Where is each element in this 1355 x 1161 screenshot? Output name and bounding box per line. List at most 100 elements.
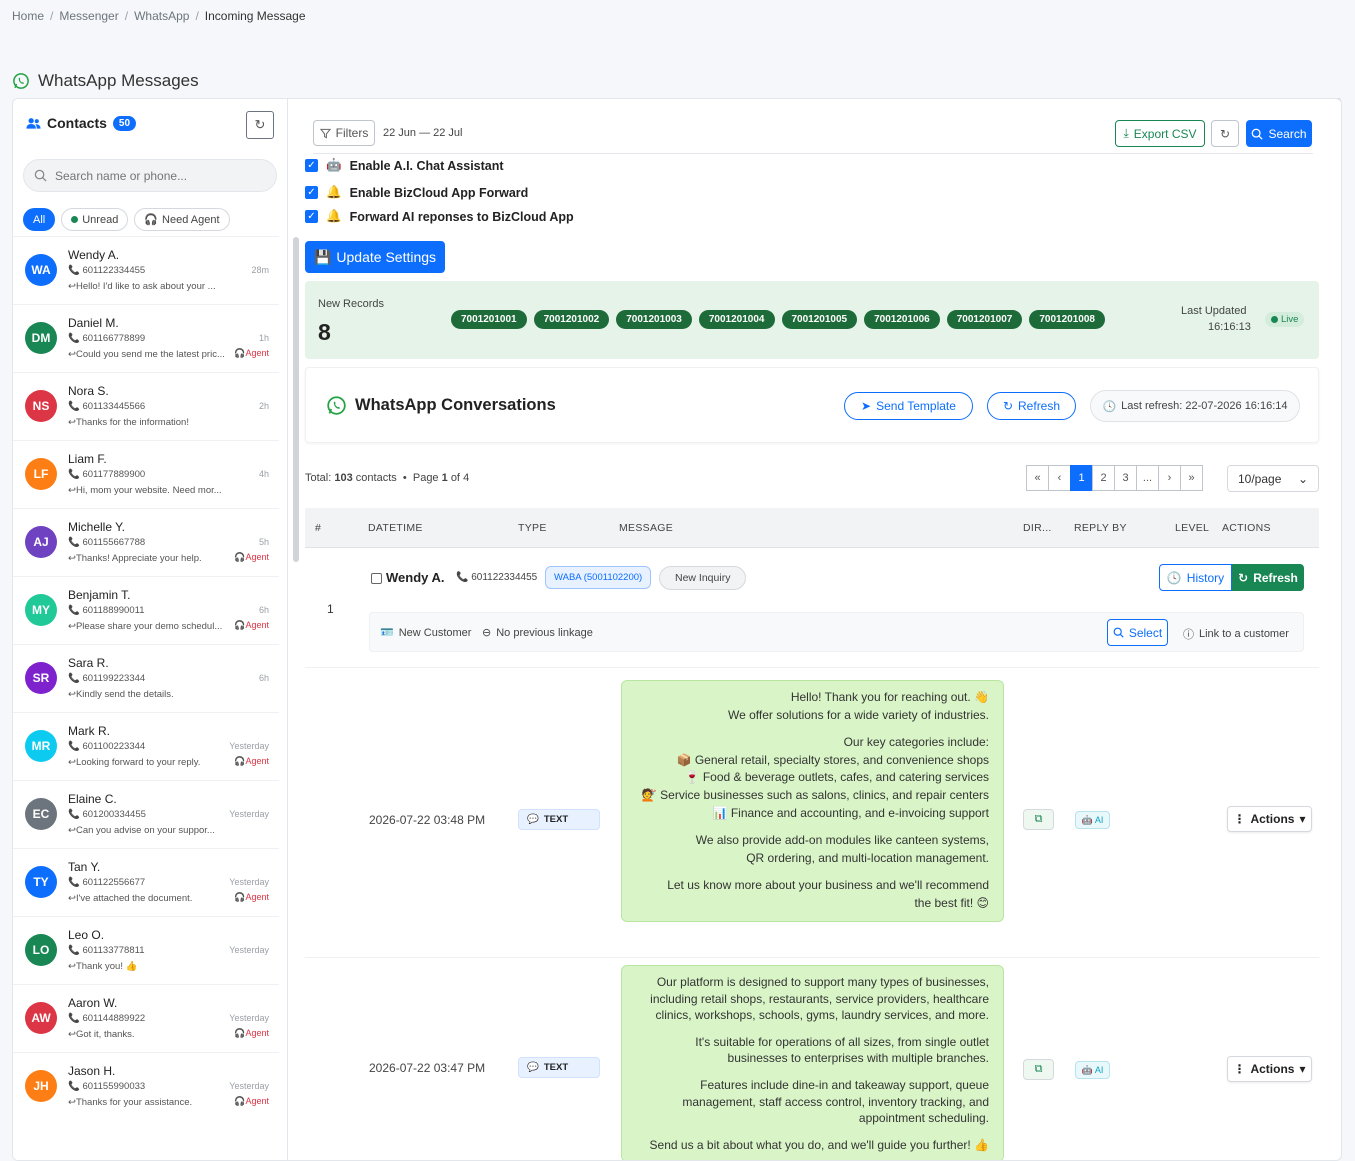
contact-last-message: ↩Thanks for the information!: [68, 417, 189, 428]
contact-phone: 📞 601122334455: [68, 265, 145, 276]
page-button[interactable]: »: [1180, 465, 1203, 491]
avatar: JH: [25, 1070, 57, 1102]
avatar: DM: [25, 322, 57, 354]
per-page-select[interactable]: 10/page ⌄: [1227, 465, 1319, 492]
contact-last-message: ↩Got it, thanks.: [68, 1029, 135, 1040]
header-level[interactable]: LEVEL: [1175, 522, 1209, 534]
message-line: Hello! Thank you for reaching out. 👋: [790, 690, 989, 704]
record-chip[interactable]: 7001201006: [864, 310, 940, 329]
breadcrumb-separator: /: [195, 9, 199, 23]
contact-item[interactable]: NS Nora S. 📞 601133445566 ↩Thanks for the i…: [13, 372, 279, 440]
message-line: Features include dine-in and takeaway su…: [700, 1077, 989, 1092]
contact-item[interactable]: JH Jason H. 📞 601155990033 ↩Thanks for your…: [13, 1052, 279, 1120]
actions-dropdown-button[interactable]: ⋮ Actions ▾: [1227, 806, 1312, 832]
select-customer-button[interactable]: Select: [1107, 619, 1168, 646]
breadcrumb-separator: /: [50, 9, 54, 23]
contact-phone-number: 601122334455: [82, 265, 146, 276]
contact-phone: 📞 601100223344: [68, 741, 145, 752]
reload-button[interactable]: ↻: [1211, 120, 1239, 147]
caret-down-icon: ▾: [1299, 1062, 1306, 1076]
header-type[interactable]: TYPE: [518, 522, 547, 534]
contact-last-message: ↩Looking forward to your reply.: [68, 757, 201, 768]
record-chip[interactable]: 7001201002: [533, 310, 610, 329]
export-csv-button[interactable]: ⤓ Export CSV: [1115, 120, 1205, 147]
filter-unread[interactable]: Unread: [61, 208, 129, 231]
of-word: of: [450, 472, 460, 484]
contact-search-input[interactable]: [55, 168, 255, 183]
contacts-refresh-button[interactable]: ↻: [246, 111, 274, 139]
record-chip[interactable]: 7001201005: [781, 310, 858, 329]
ai-assistant-checkbox[interactable]: ✓: [305, 159, 318, 172]
page-button[interactable]: 1: [1070, 465, 1093, 491]
send-template-button[interactable]: ➤ Send Template: [844, 392, 973, 420]
header-reply-by[interactable]: REPLY BY: [1074, 522, 1127, 534]
breadcrumb-whatsapp[interactable]: WhatsApp: [134, 9, 189, 23]
header-direction[interactable]: DIR...: [1023, 522, 1052, 534]
page-button[interactable]: ‹: [1048, 465, 1071, 491]
header-datetime[interactable]: DATETIME: [368, 522, 423, 534]
update-settings-button[interactable]: 💾 Update Settings: [305, 241, 445, 273]
page-button[interactable]: ›: [1158, 465, 1181, 491]
contact-item[interactable]: WA Wendy A. 📞 601122334455 ↩Hello! I'd like…: [13, 236, 279, 304]
open-external-button[interactable]: ⧉: [1023, 809, 1054, 830]
contact-item[interactable]: EC Elaine C. 📞 601200334455 ↩Can you advise…: [13, 780, 279, 848]
message-line: [636, 867, 989, 877]
contact-item[interactable]: LF Liam F. 📞 601177889900 ↩Hi, mom your web…: [13, 440, 279, 508]
conversations-refresh-button[interactable]: ↻ Refresh: [987, 392, 1076, 420]
row-refresh-button[interactable]: ↻ Refresh: [1232, 564, 1304, 591]
contact-item[interactable]: TY Tan Y. 📞 601122556677 ↩I've attached the…: [13, 848, 279, 916]
send-icon: ➤: [861, 399, 872, 413]
page-button[interactable]: 2: [1092, 465, 1115, 491]
record-chip[interactable]: 7001201008: [1029, 310, 1105, 329]
date-range[interactable]: 22 Jun — 22 Jul: [383, 127, 463, 139]
actions-label: Actions: [1250, 1062, 1295, 1076]
contact-item[interactable]: DM Daniel M. 📞 601166778899 ↩Could you send…: [13, 304, 279, 372]
record-chip[interactable]: 7001201007: [946, 310, 1023, 329]
page-button[interactable]: «: [1026, 465, 1049, 491]
live-label: Live: [1281, 314, 1299, 325]
contact-item[interactable]: LO Leo O. 📞 601133778811 ↩Thank you! 👍 Yeste…: [13, 916, 279, 984]
page-button[interactable]: 3: [1114, 465, 1137, 491]
filter-all[interactable]: All: [23, 208, 56, 231]
message-line: 🍷 Food & beverage outlets, cafes, and ca…: [684, 770, 989, 785]
row-phone-number: 601122334455: [471, 572, 538, 583]
contact-name: Elaine C.: [68, 792, 117, 806]
contact-item[interactable]: MY Benjamin T. 📞 601188990011 ↩Please share…: [13, 576, 279, 644]
phone-icon: 📞: [68, 673, 80, 684]
contact-phone: 📞 601144889922: [68, 1013, 145, 1024]
contact-time: 6h: [258, 673, 269, 683]
page-button[interactable]: ...: [1136, 465, 1159, 491]
filters-button[interactable]: Filters: [313, 120, 375, 146]
record-chip[interactable]: 7001201004: [698, 310, 775, 329]
agent-tag-label: Agent: [245, 1028, 269, 1038]
open-external-button[interactable]: ⧉: [1023, 1059, 1054, 1080]
contact-item[interactable]: AW Aaron W. 📞 601144889922 ↩Got it, thanks.…: [13, 984, 279, 1052]
main-card: Contacts 50 ↻ All Unread 🎧Need Agent WAW…: [12, 98, 1342, 1161]
filter-need-agent[interactable]: 🎧 Need Agent: [134, 208, 230, 231]
actions-dropdown-button[interactable]: ⋮ Actions ▾: [1227, 1056, 1312, 1082]
phone-icon: 📞: [68, 401, 80, 412]
contact-item[interactable]: SR Sara R. 📞 601199223344 ↩Kindly send the …: [13, 644, 279, 712]
whatsapp-icon: [13, 73, 29, 89]
breadcrumb-home[interactable]: Home: [12, 9, 44, 23]
record-chip[interactable]: 7001201001: [451, 310, 527, 329]
contact-item[interactable]: MR Mark R. 📞 601100223344 ↩Looking forward …: [13, 712, 279, 780]
header-message[interactable]: MESSAGE: [619, 522, 673, 534]
message-line: We offer solutions for a wide variety of…: [727, 707, 989, 722]
contact-item[interactable]: AJ Michelle Y. 📞 601155667788 ↩Thanks! Appr…: [13, 508, 279, 576]
bizcloud-forward-checkbox[interactable]: ✓: [305, 186, 318, 199]
breadcrumb-messenger[interactable]: Messenger: [59, 9, 118, 23]
contact-phone: 📞 601133445566: [68, 401, 145, 412]
ai-forward-checkbox[interactable]: ✓: [305, 210, 318, 223]
history-button[interactable]: 🕓 History: [1159, 564, 1232, 591]
contact-phone: 📞 601177889900: [68, 469, 145, 480]
record-chip[interactable]: 7001201003: [616, 310, 692, 329]
sidebar-scrollbar[interactable]: [293, 237, 299, 562]
row-checkbox[interactable]: [371, 573, 382, 584]
contacts-count-badge: 50: [112, 115, 137, 131]
contact-last-message: ↩Thanks! Appreciate your help.: [68, 553, 202, 564]
contact-filters: All Unread 🎧 Need Agent: [23, 208, 230, 231]
search-button[interactable]: Search: [1246, 120, 1312, 147]
avatar: LO: [25, 934, 57, 966]
reply-by-badge: 🤖 AI: [1075, 1061, 1110, 1079]
